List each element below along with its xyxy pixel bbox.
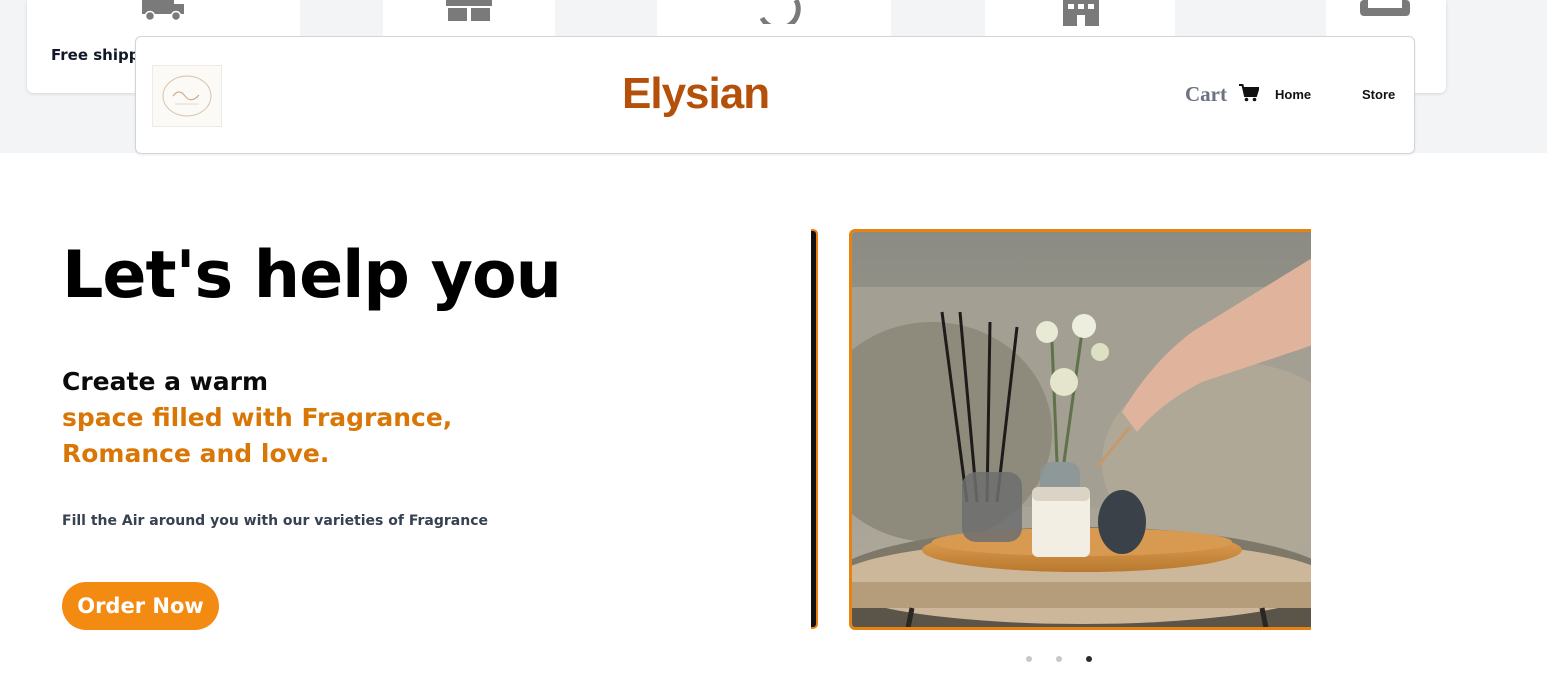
diffuser-candle-image (852, 232, 1311, 627)
carousel-dot-3[interactable] (1086, 656, 1092, 662)
features-divider (555, 0, 657, 40)
sofa-icon (1360, 0, 1410, 22)
cart-icon[interactable] (1239, 84, 1260, 106)
cart-label[interactable]: Cart (1185, 82, 1227, 107)
nav-home-link[interactable]: Home (1275, 87, 1311, 102)
brand-logo[interactable] (152, 65, 222, 127)
features-divider (300, 0, 383, 40)
hero-subtitle-line2: space filled with Fragrance, (62, 403, 453, 432)
navbar: Elysian Cart Home Store (135, 36, 1415, 154)
features-divider (891, 0, 985, 40)
refresh-icon (757, 0, 801, 31)
carousel-dot-1[interactable] (1026, 656, 1032, 662)
order-now-button[interactable]: Order Now (62, 582, 219, 630)
gift-icon (446, 0, 492, 26)
truck-icon (140, 0, 188, 26)
hero-description: Fill the Air around you with our varieti… (62, 513, 488, 529)
hero-title: Let's help you (62, 238, 562, 313)
carousel-dot-2[interactable] (1056, 656, 1062, 662)
features-divider (1175, 0, 1326, 40)
brand-name: Elysian (622, 69, 770, 118)
carousel-prev-slide[interactable] (811, 229, 818, 629)
nav-store-link[interactable]: Store (1362, 87, 1395, 102)
hero-subtitle-line3: Romance and love. (62, 439, 330, 468)
hero-subtitle-line1: Create a warm (62, 367, 269, 396)
hero-subtitle: Create a warm space filled with Fragranc… (62, 364, 522, 472)
carousel-active-slide[interactable] (849, 229, 1311, 630)
building-icon (1059, 0, 1103, 30)
